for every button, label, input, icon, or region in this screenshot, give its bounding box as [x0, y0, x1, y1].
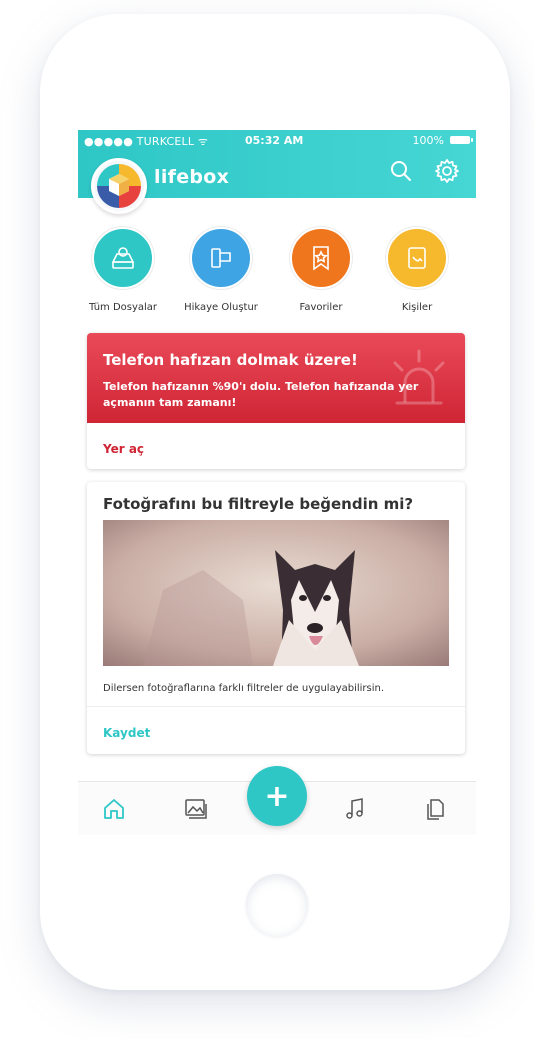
card-description: Dilersen fotoğraflarına farklı filtreler… — [103, 683, 385, 694]
save-button[interactable]: Kaydet — [103, 726, 150, 740]
app-screen: ●●●●● TURKCELL ᯤ 05:32 AM 100% lifebox T… — [78, 130, 476, 835]
star-icon — [290, 227, 352, 289]
card-title: Fotoğrafını bu filtreyle beğendin mi? — [103, 495, 414, 513]
drive-icon — [92, 227, 154, 289]
music-icon[interactable] — [342, 796, 368, 822]
home-button[interactable] — [246, 874, 308, 936]
app-title: lifebox — [154, 166, 230, 188]
status-bar: ●●●●● TURKCELL ᯤ 05:32 AM 100% — [78, 133, 476, 148]
contacts-icon — [386, 227, 448, 289]
search-icon[interactable] — [388, 158, 414, 184]
alert-message: Telefon hafızanın %90'ı dolu. Telefon ha… — [103, 380, 419, 409]
cube-logo-icon — [97, 164, 141, 208]
clock: 05:32 AM — [245, 134, 304, 147]
quick-action-label: Tüm Dosyalar — [88, 302, 158, 313]
alert-banner: Telefon hafızan dolmak üzere! Telefon ha… — [87, 333, 465, 423]
quick-action-label: Hikaye Oluştur — [184, 302, 258, 313]
free-space-button[interactable]: Yer aç — [103, 442, 144, 456]
add-button[interactable]: + — [247, 766, 307, 826]
battery-icon — [450, 136, 473, 144]
lifebox-logo — [91, 158, 147, 214]
battery-percent: 100% — [412, 134, 444, 147]
alert-title: Telefon hafızan dolmak üzere! — [103, 351, 358, 369]
quick-action-create-story[interactable]: Hikaye Oluştur — [176, 227, 266, 313]
film-icon — [190, 227, 252, 289]
card-divider — [87, 706, 465, 707]
documents-icon[interactable] — [422, 796, 448, 822]
carrier-label: ●●●●● TURKCELL ᯤ — [84, 135, 209, 148]
quick-action-contacts[interactable]: Kişiler — [372, 227, 462, 313]
photos-icon[interactable] — [183, 796, 209, 822]
gear-icon[interactable] — [434, 158, 460, 184]
home-icon[interactable] — [101, 796, 127, 822]
quick-action-all-files[interactable]: Tüm Dosyalar — [78, 227, 168, 313]
storage-alert-card: Telefon hafızan dolmak üzere! Telefon ha… — [87, 333, 465, 469]
quick-action-label: Favoriler — [299, 302, 343, 313]
quick-action-favorites[interactable]: Favoriler — [276, 227, 366, 313]
quick-action-label: Kişiler — [401, 302, 433, 313]
filter-suggestion-card: Fotoğrafını bu filtreyle beğendin mi? Di… — [87, 482, 465, 754]
filtered-dog-photo[interactable] — [103, 520, 449, 666]
